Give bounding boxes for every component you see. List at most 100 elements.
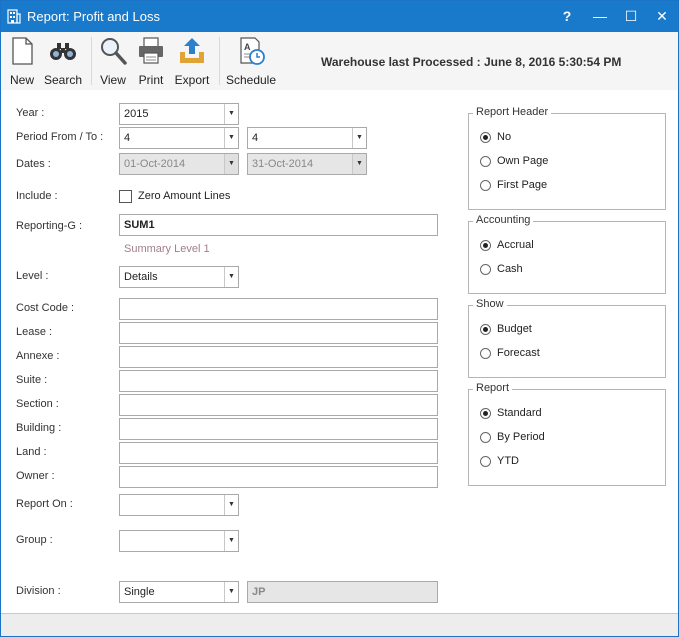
date-from-value: 01-Oct-2014	[124, 158, 186, 170]
report-type-title: Report	[473, 382, 513, 394]
radio-standard[interactable]	[480, 408, 491, 419]
radio-accrual[interactable]	[480, 240, 491, 251]
period-to-select[interactable]: 4 ▼	[247, 127, 367, 149]
division-code-value: JP	[252, 586, 266, 598]
group-label: Group :	[16, 534, 53, 546]
cost-code-input[interactable]	[119, 298, 438, 320]
chevron-down-icon[interactable]: ▼	[352, 154, 366, 174]
suite-input[interactable]	[119, 370, 438, 392]
building-input[interactable]	[119, 418, 438, 440]
land-label: Land :	[16, 446, 47, 458]
building-icon	[7, 9, 21, 24]
chevron-down-icon[interactable]: ▼	[224, 104, 238, 124]
accounting-title: Accounting	[473, 214, 534, 226]
print-button[interactable]: Print	[135, 35, 167, 89]
radio-own-page[interactable]	[480, 156, 491, 167]
report-type-group: Report Standard By Period YTD	[468, 382, 666, 486]
chevron-down-icon[interactable]: ▼	[224, 531, 238, 551]
radio-first-page[interactable]	[480, 180, 491, 191]
window-title: Report: Profit and Loss	[27, 9, 160, 24]
report-on-select[interactable]: ▼	[119, 494, 239, 516]
date-from-picker[interactable]: 01-Oct-2014 ▼	[119, 153, 239, 175]
print-button-label: Print	[138, 73, 164, 87]
division-select[interactable]: Single ▼	[119, 581, 239, 603]
division-value: Single	[124, 586, 155, 598]
period-label: Period From / To :	[16, 131, 104, 143]
accounting-group: Accounting Accrual Cash	[468, 214, 666, 294]
chevron-down-icon[interactable]: ▼	[224, 582, 238, 602]
period-from-select[interactable]: 4 ▼	[119, 127, 239, 149]
annexe-input[interactable]	[119, 346, 438, 368]
report-window: Report: Profit and Loss ? — ☐ ✕ New Sear…	[0, 0, 679, 637]
date-to-picker[interactable]: 31-Oct-2014 ▼	[247, 153, 367, 175]
radio-ytd[interactable]	[480, 456, 491, 467]
division-code-input[interactable]: JP	[247, 581, 438, 603]
lease-input[interactable]	[119, 322, 438, 344]
warehouse-status: Warehouse last Processed : June 8, 2016 …	[321, 55, 622, 69]
year-label: Year :	[16, 107, 45, 119]
schedule-button-label: Schedule	[225, 73, 277, 87]
radio-own-page-label: Own Page	[497, 155, 549, 167]
level-value: Details	[124, 271, 158, 283]
division-label: Division :	[16, 585, 61, 597]
reporting-group-label: Reporting-G :	[16, 220, 83, 232]
view-button-label: View	[100, 73, 126, 87]
year-value: 2015	[124, 108, 149, 120]
radio-first-page-label: First Page	[497, 179, 548, 191]
land-input[interactable]	[119, 442, 438, 464]
report-header-title: Report Header	[473, 106, 552, 118]
lease-label: Lease :	[16, 326, 53, 338]
new-button-label: New	[9, 73, 34, 87]
zero-amount-lines-checkbox[interactable]	[119, 190, 132, 203]
view-button[interactable]: View	[96, 35, 130, 89]
new-button[interactable]: New	[5, 35, 39, 89]
section-input[interactable]	[119, 394, 438, 416]
radio-forecast-label: Forecast	[497, 347, 540, 359]
show-group: Show Budget Forecast	[468, 298, 666, 378]
building-label: Building :	[16, 422, 62, 434]
chevron-down-icon[interactable]: ▼	[224, 128, 238, 148]
section-label: Section :	[16, 398, 59, 410]
search-button-label: Search	[43, 73, 83, 87]
level-select[interactable]: Details ▼	[119, 266, 239, 288]
chevron-down-icon[interactable]: ▼	[224, 495, 238, 515]
include-label: Include :	[16, 190, 58, 202]
toolbar-separator	[91, 37, 92, 85]
date-to-value: 31-Oct-2014	[252, 158, 314, 170]
printer-icon	[139, 37, 163, 64]
title-bar: Report: Profit and Loss ? — ☐ ✕	[1, 1, 678, 32]
report-header-group: Report Header No Own Page First Page	[468, 106, 666, 210]
radio-cash-label: Cash	[497, 263, 523, 275]
export-button[interactable]: Export	[173, 35, 211, 89]
year-select[interactable]: 2015 ▼	[119, 103, 239, 125]
chevron-down-icon[interactable]: ▼	[352, 128, 366, 148]
show-title: Show	[473, 298, 507, 310]
close-button[interactable]: ✕	[646, 1, 678, 32]
owner-label: Owner :	[16, 470, 55, 482]
new-document-icon	[12, 37, 33, 65]
chevron-down-icon[interactable]: ▼	[224, 267, 238, 287]
radio-no-label: No	[497, 131, 512, 143]
chevron-down-icon[interactable]: ▼	[224, 154, 238, 174]
minimize-button[interactable]: —	[584, 1, 616, 32]
reporting-group-input[interactable]: SUM1	[119, 214, 438, 236]
radio-cash[interactable]	[480, 264, 491, 275]
toolbar-separator	[219, 37, 220, 85]
help-button[interactable]: ?	[551, 1, 583, 32]
search-button[interactable]: Search	[43, 35, 83, 89]
radio-forecast[interactable]	[480, 348, 491, 359]
maximize-button[interactable]: ☐	[615, 1, 647, 32]
radio-by-period[interactable]	[480, 432, 491, 443]
status-bar	[1, 613, 678, 636]
report-form: Year : 2015 ▼ Period From / To : 4 ▼ 4 ▼…	[1, 90, 678, 613]
radio-no[interactable]	[480, 132, 491, 143]
radio-budget-label: Budget	[497, 323, 532, 335]
magnifier-icon	[101, 38, 127, 65]
radio-budget[interactable]	[480, 324, 491, 335]
export-button-label: Export	[174, 73, 210, 87]
reporting-group-hint: Summary Level 1	[124, 243, 210, 255]
schedule-button[interactable]: A Schedule	[225, 35, 277, 89]
group-select[interactable]: ▼	[119, 530, 239, 552]
owner-input[interactable]	[119, 466, 438, 488]
radio-standard-label: Standard	[497, 407, 542, 419]
